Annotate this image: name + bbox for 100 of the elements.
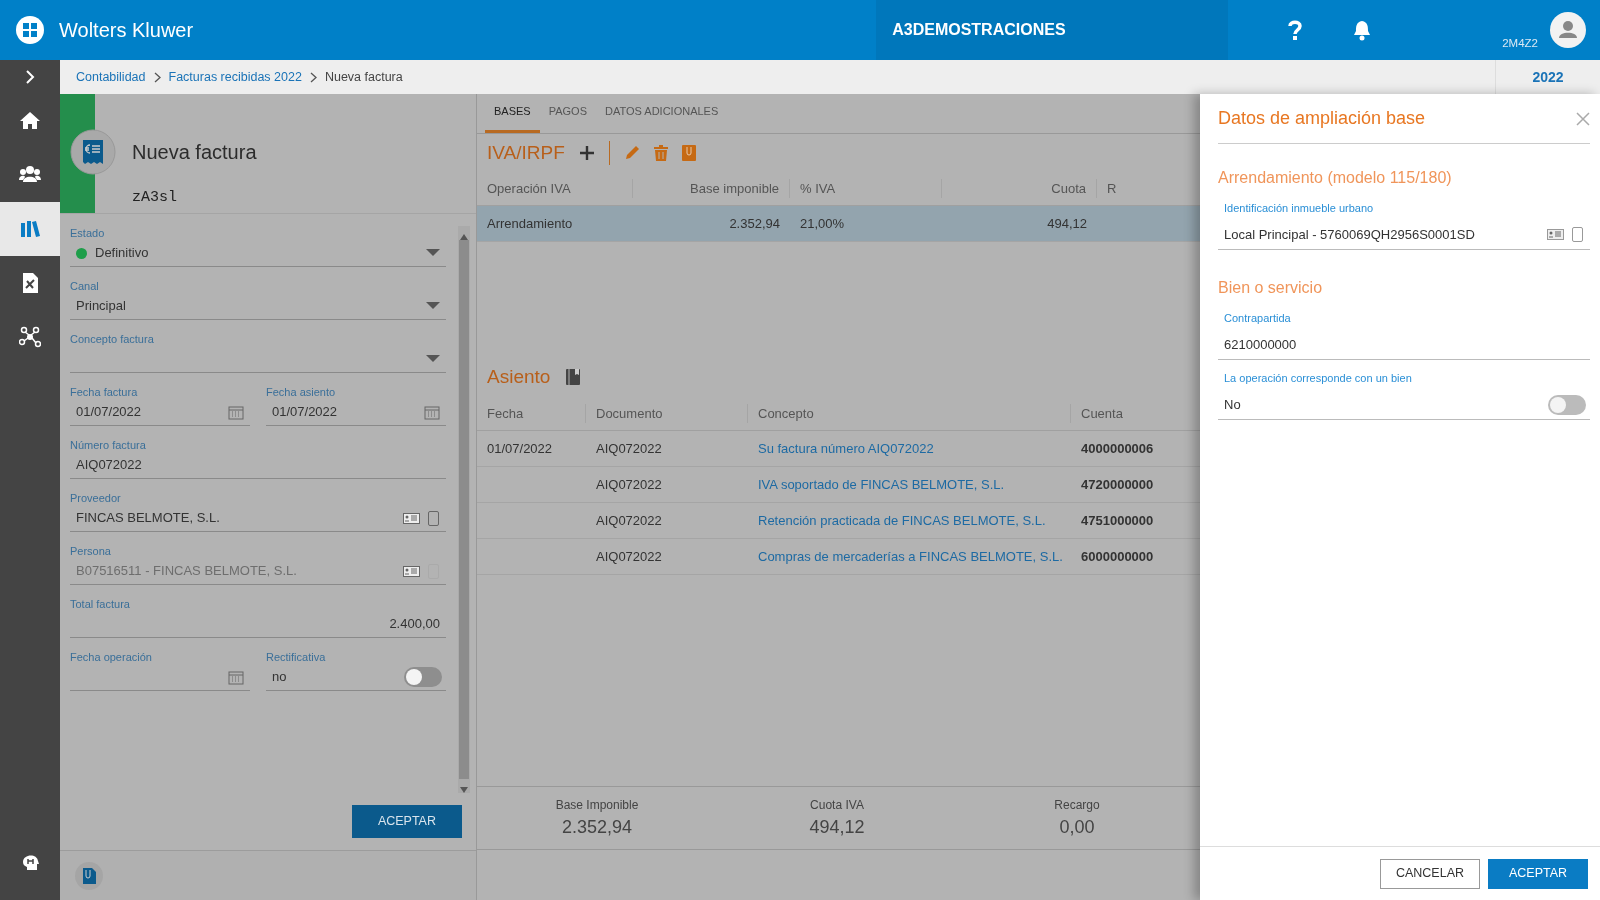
field-label: Total factura <box>70 597 131 611</box>
table-cell: AIQ072022 <box>596 548 662 564</box>
table-row[interactable]: AIQ072022 Compras de mercaderías a FINCAS BELMOTE, S.L. 6000000000 <box>477 539 1200 575</box>
total-value: 494,12 <box>809 815 865 839</box>
column-header[interactable]: R <box>1097 178 1200 199</box>
column-header[interactable]: Concepto <box>748 403 1071 424</box>
contact-card-icon <box>1547 229 1564 240</box>
field-label: Identificación inmueble urbano <box>1223 201 1375 216</box>
column-header[interactable]: % IVA <box>790 178 942 199</box>
section-title: Asiento <box>487 364 551 389</box>
column-header[interactable]: Cuota <box>942 178 1097 199</box>
table-cell: AIQ072022 <box>596 512 662 528</box>
section-title: IVA/IRPF <box>487 140 565 165</box>
avatar-icon[interactable] <box>1550 12 1586 48</box>
table-cell: Arrendamiento <box>487 215 573 231</box>
table-cell: AIQ072022 <box>596 440 662 456</box>
field-label: Rectificativa <box>266 650 327 664</box>
table-row[interactable]: Arrendamiento 2.352,94 21,00% 494,12 <box>477 206 1200 242</box>
books-icon <box>19 218 41 240</box>
table-cell: 21,00% <box>800 215 845 231</box>
calendar-icon <box>228 669 244 685</box>
table-cell: 4751000000 <box>1081 512 1154 528</box>
section-title: Arrendamiento (modelo 115/180) <box>1218 168 1453 188</box>
accept-button[interactable]: ACEPTAR <box>1488 858 1588 889</box>
dropdown-caret-icon <box>426 355 440 363</box>
table-row[interactable]: 01/07/2022 AIQ072022 Su factura número AIQ072022 4000000006 <box>477 431 1200 467</box>
input-field[interactable]: Definitivo <box>70 240 446 267</box>
table-cell: 2.352,94 <box>729 215 780 231</box>
table-row[interactable]: AIQ072022 IVA soportado de FINCAS BELMOTE, S.L. 4720000000 <box>477 467 1200 503</box>
concept-link[interactable]: IVA soportado de FINCAS BELMOTE, S.L. <box>758 476 1005 492</box>
field-label: Proveedor <box>70 491 122 505</box>
toggle-switch[interactable] <box>1548 394 1586 415</box>
field-label: Fecha operación <box>70 650 153 664</box>
logo-icon <box>15 15 45 45</box>
chevron-icon <box>153 71 161 83</box>
input-field[interactable]: 01/07/2022 <box>266 399 446 426</box>
dropdown-caret-icon <box>426 302 440 310</box>
breadcrumb-link[interactable]: Facturas recibidas 2022 <box>168 67 302 87</box>
concept-link[interactable]: Retención practicada de FINCAS BELMOTE, S.L. <box>758 512 1046 528</box>
invoice-icon <box>70 129 116 175</box>
field-label: Concepto factura <box>70 332 155 346</box>
concept-link[interactable]: Su factura número AIQ072022 <box>758 440 934 456</box>
table-cell: 6000000000 <box>1081 548 1154 564</box>
scrollbar[interactable] <box>458 226 470 794</box>
input-field[interactable]: AIQ072022 <box>70 452 446 479</box>
help-icon[interactable] <box>1286 19 1305 41</box>
address-book-icon <box>428 510 440 526</box>
column-header[interactable]: Documento <box>586 403 748 424</box>
total-label: Base Imponible <box>555 796 639 814</box>
tab[interactable]: BASES <box>485 93 540 133</box>
user-code: 2M4Z2 <box>1502 35 1538 51</box>
dropdown-caret-icon <box>426 249 440 257</box>
input-field[interactable]: 6210000000 <box>1218 330 1590 360</box>
breadcrumb-link[interactable]: Nueva factura <box>324 67 403 87</box>
column-header[interactable]: Fecha <box>477 403 586 424</box>
contact-card-icon <box>403 565 420 577</box>
input-field[interactable]: Local Principal - 5760069QH2956S0001SD <box>1218 220 1590 250</box>
network-icon <box>19 326 41 348</box>
panel-title: Datos de ampliación base <box>1218 107 1426 130</box>
invoice-code: zA3sl <box>132 188 178 208</box>
breadcrumb-link[interactable]: Contabilidad <box>76 67 146 87</box>
input-field[interactable]: Principal <box>70 293 446 320</box>
journal-icon[interactable] <box>566 369 581 385</box>
expand-icon[interactable] <box>25 70 35 84</box>
total-label: Recargo <box>1054 796 1100 814</box>
field-label: Canal <box>70 279 100 293</box>
tab[interactable]: DATOS ADICIONALES <box>596 93 728 133</box>
scroll-down-icon <box>460 786 468 793</box>
total-value: 2.352,94 <box>561 815 633 839</box>
toggle-label: No <box>1224 395 1241 414</box>
contact-card-icon <box>403 512 420 524</box>
field-label: Contrapartida <box>1223 311 1292 326</box>
input-field[interactable]: 2.400,00 <box>70 611 446 638</box>
table-cell: 01/07/2022 <box>487 440 553 456</box>
brand-name: Wolters Kluwer <box>59 18 194 43</box>
field-label: Fecha factura <box>70 385 139 399</box>
cancel-button[interactable]: CANCELAR <box>1380 858 1480 889</box>
section-title: Bien o servicio <box>1218 278 1324 298</box>
column-header[interactable]: Operación IVA <box>477 178 633 199</box>
tab[interactable]: PAGOS <box>539 93 596 133</box>
table-row[interactable]: AIQ072022 Retención practicada de FINCAS BELMOTE, S.L. 4751000000 <box>477 503 1200 539</box>
concept-link[interactable]: Compras de mercaderías a FINCAS BELMOTE, S.L. <box>758 548 1063 564</box>
close-icon[interactable] <box>1576 111 1590 126</box>
bell-icon[interactable] <box>1352 19 1373 41</box>
home-icon <box>19 110 41 132</box>
accept-button[interactable]: ACEPTAR <box>351 805 462 838</box>
toggle-switch[interactable] <box>404 667 442 687</box>
input-field[interactable]: 01/07/2022 <box>70 399 250 426</box>
total-value: 0,00 <box>1059 815 1095 839</box>
chevron-icon <box>309 71 317 83</box>
calendar-icon <box>424 404 440 420</box>
attachment-icon[interactable] <box>74 860 104 891</box>
address-book-icon <box>1572 227 1584 242</box>
field-label: La operación corresponde con un bien <box>1223 371 1413 386</box>
field-label: Estado <box>70 226 106 240</box>
field-label: Persona <box>70 544 112 558</box>
column-header[interactable]: Base imponible <box>633 178 790 199</box>
column-header[interactable]: Cuenta <box>1071 403 1200 424</box>
input-field[interactable]: FINCAS BELMOTE, S.L. <box>70 505 446 532</box>
add-icon[interactable] <box>578 145 595 161</box>
